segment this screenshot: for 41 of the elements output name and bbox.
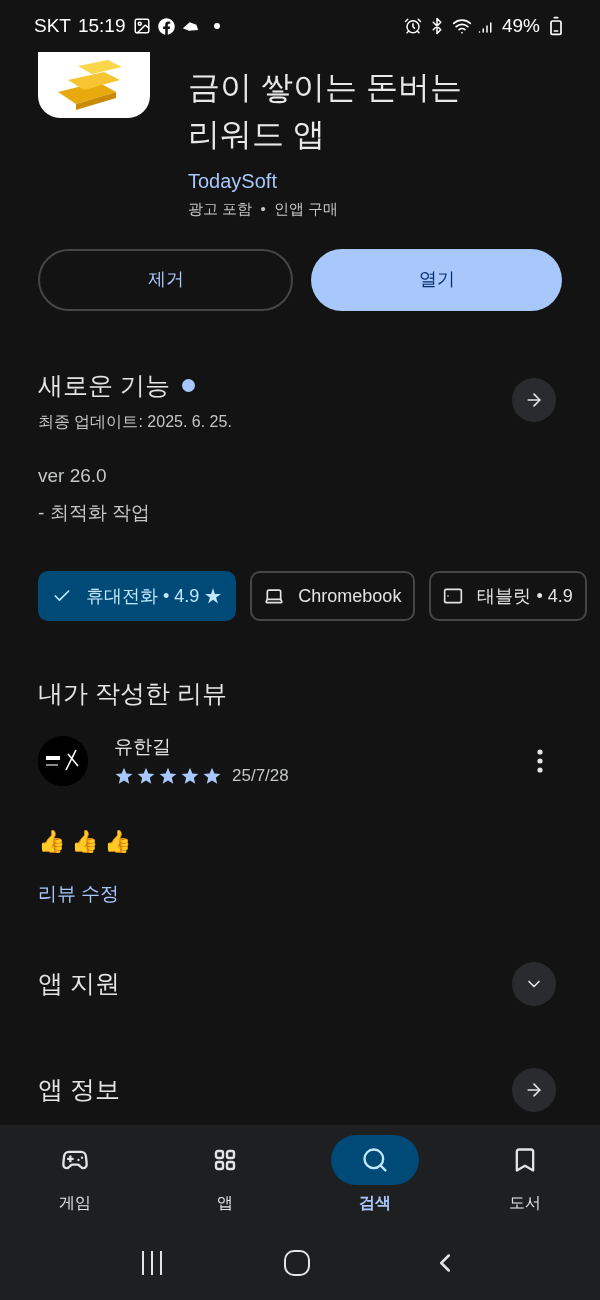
app-title-line: 리워드 앱 bbox=[188, 115, 326, 154]
apps-grid-icon bbox=[213, 1148, 237, 1172]
developer-link[interactable]: TodaySoft bbox=[188, 168, 462, 194]
app-icon bbox=[38, 52, 150, 118]
wifi-icon bbox=[451, 16, 472, 36]
nav-tab[interactable]: 도서 bbox=[450, 1135, 600, 1225]
edit-review-link[interactable]: 리뷰 수정 bbox=[0, 879, 158, 908]
review-date: 25/7/28 bbox=[232, 765, 289, 787]
nav-tab[interactable]: 앱 bbox=[150, 1135, 300, 1225]
nav-tab[interactable]: 검색 bbox=[300, 1135, 450, 1225]
version-text: ver 26.0 bbox=[38, 464, 108, 488]
home-icon[interactable] bbox=[284, 1249, 310, 1276]
section-title: 앱 정보 bbox=[38, 1074, 120, 1106]
more-vertical-icon bbox=[537, 748, 543, 773]
battery-text: 49% bbox=[501, 13, 540, 38]
section-title: 새로운 기능 bbox=[38, 369, 170, 401]
app-meta-text: 광고 포함 • 인앱 구매 bbox=[188, 199, 340, 219]
carrier-text: SKT bbox=[34, 13, 71, 38]
arrow-button[interactable] bbox=[512, 378, 556, 423]
clock-text: 15:19 bbox=[77, 13, 126, 38]
uninstall-button[interactable]: 제거 bbox=[38, 248, 293, 311]
facebook-icon bbox=[157, 17, 175, 35]
review-text: 👍👍👍 bbox=[37, 827, 138, 856]
arrow-button[interactable] bbox=[512, 1068, 556, 1112]
release-note-text: - 최적화 작업 bbox=[38, 500, 151, 525]
nav-tab[interactable]: 게임 bbox=[0, 1135, 150, 1225]
laptop-icon bbox=[264, 586, 285, 606]
tablet-icon bbox=[443, 586, 464, 606]
app-title-line: 금이 쌓이는 돈버는 bbox=[188, 68, 462, 107]
recent-apps-icon[interactable] bbox=[140, 1249, 164, 1276]
reviewer-name: 유한길 bbox=[114, 734, 172, 759]
device-chip[interactable]: 태블릿 • 4.9 bbox=[429, 571, 587, 621]
alarm-icon bbox=[403, 17, 422, 35]
section-title: 내가 작성한 리뷰 bbox=[37, 678, 228, 709]
search-icon bbox=[361, 1146, 389, 1174]
updated-date-text: 최종 업데이트: 2025. 6. 25. bbox=[38, 412, 232, 432]
device-chip[interactable]: 휴대전화 • 4.9 ★ bbox=[38, 571, 237, 621]
device-chip[interactable]: Chromebook bbox=[250, 571, 416, 621]
image-icon bbox=[132, 17, 151, 35]
open-button[interactable]: 열기 bbox=[311, 248, 562, 311]
section-title: 앱 지원 bbox=[38, 968, 120, 1000]
